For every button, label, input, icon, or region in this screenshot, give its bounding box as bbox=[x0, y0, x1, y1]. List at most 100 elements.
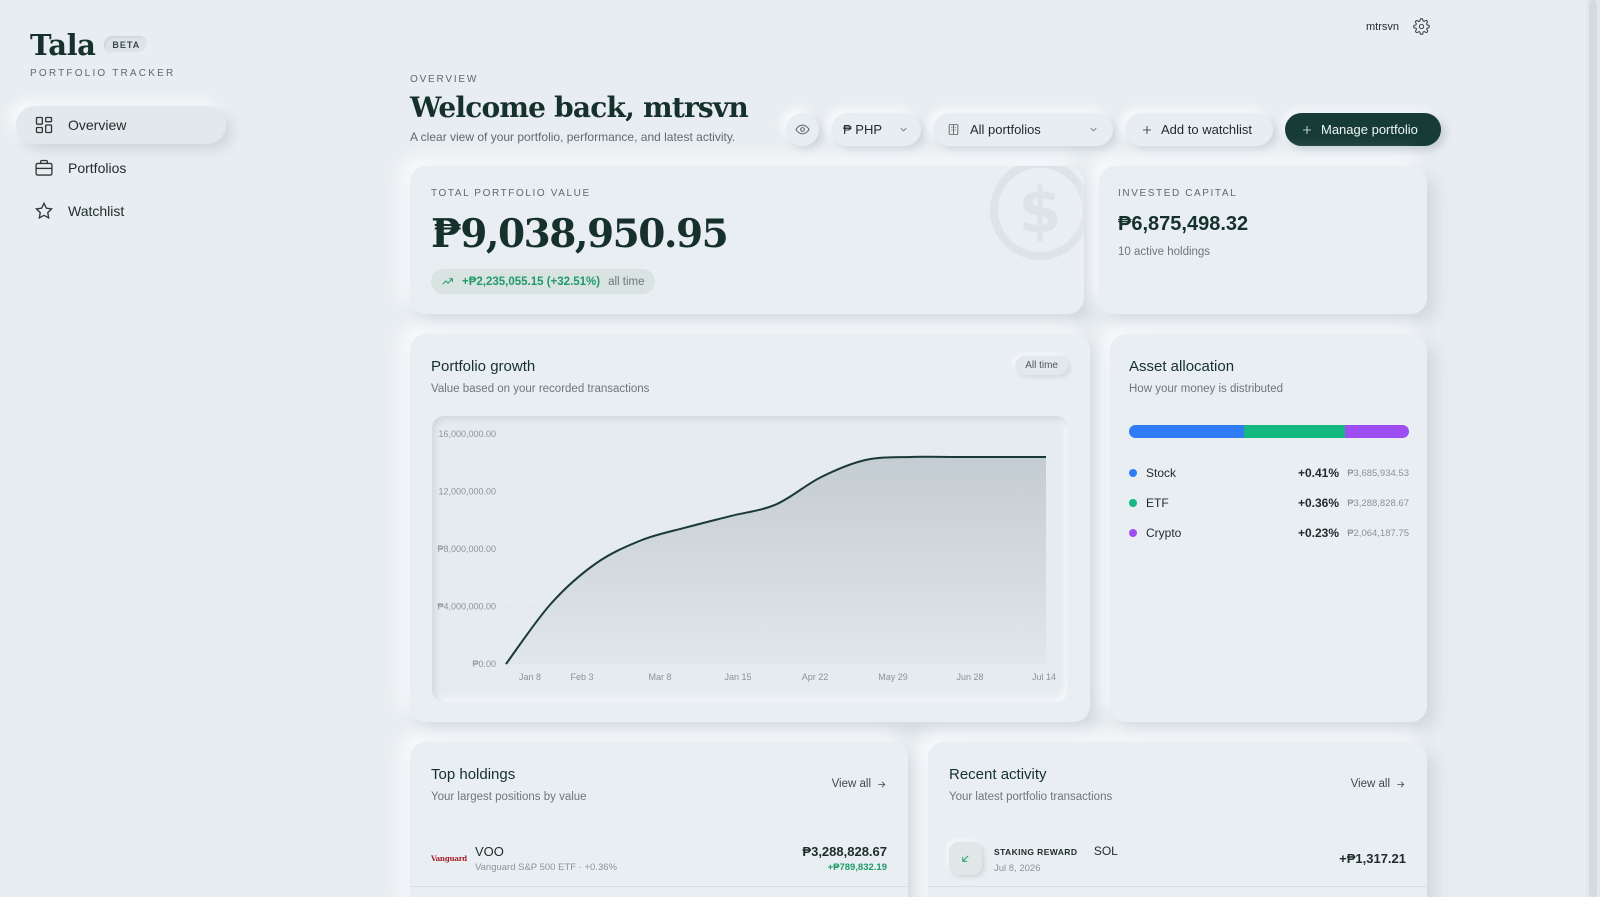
invested-capital-value: ₱6,875,498.32 bbox=[1118, 213, 1249, 235]
building-icon bbox=[948, 124, 959, 135]
chevron-down-icon bbox=[1090, 127, 1097, 132]
holding-row[interactable]: Vanguard VOO Vanguard S&P 500 ETF · +0.3… bbox=[431, 830, 887, 886]
add-to-watchlist-button[interactable]: Add to watchlist bbox=[1125, 113, 1273, 146]
page-eyebrow: OVERVIEW bbox=[410, 74, 479, 85]
allocation-segment-crypto bbox=[1344, 425, 1409, 438]
allocation-name: Stock bbox=[1146, 466, 1177, 480]
total-value-label: TOTAL PORTFOLIO VALUE bbox=[431, 188, 591, 199]
x-tick-label: Jan 15 bbox=[724, 672, 751, 682]
dollar-icon: $ bbox=[990, 166, 1084, 260]
scrollbar-thumb[interactable] bbox=[1589, 0, 1597, 897]
top-holdings-view-all-link[interactable]: View all bbox=[832, 778, 887, 790]
portfolio-growth-subtitle: Value based on your recorded transaction… bbox=[431, 383, 650, 395]
allocation-amount: ₱2,064,187.75 bbox=[1347, 527, 1409, 539]
view-all-label: View all bbox=[1350, 778, 1390, 790]
sidebar-item-watchlist[interactable]: Watchlist bbox=[16, 192, 226, 230]
arrow-right-icon bbox=[1397, 780, 1405, 788]
x-tick-label: May 29 bbox=[878, 672, 908, 682]
allocation-row-stock[interactable]: Stock +0.41% ₱3,685,934.53 bbox=[1129, 458, 1409, 488]
allocation-row-crypto[interactable]: Crypto +0.23% ₱2,064,187.75 bbox=[1129, 518, 1409, 548]
stock-dot-icon bbox=[1129, 469, 1137, 477]
sidebar-item-label: Portfolios bbox=[68, 160, 127, 176]
arrow-down-left-icon bbox=[962, 854, 969, 862]
trending-up-icon bbox=[442, 278, 453, 285]
allocation-row-etf[interactable]: ETF +0.36% ₱3,288,828.67 bbox=[1129, 488, 1409, 518]
view-all-label: View all bbox=[831, 778, 871, 790]
manage-portfolio-label: Manage portfolio bbox=[1321, 122, 1418, 137]
plus-icon bbox=[1303, 125, 1311, 134]
portfolio-growth-title: Portfolio growth bbox=[431, 358, 536, 375]
vanguard-logo: Vanguard bbox=[431, 853, 467, 863]
toggle-visibility-button[interactable] bbox=[786, 113, 819, 146]
manage-portfolio-button[interactable]: Manage portfolio bbox=[1285, 113, 1441, 146]
sidebar-nav: Overview Portfolios Watchlist bbox=[16, 106, 226, 235]
x-tick-label: Jan 8 bbox=[519, 672, 541, 682]
currency-value: ₱ PHP bbox=[843, 122, 883, 137]
recent-activity-card: Recent activity Your latest portfolio tr… bbox=[928, 742, 1427, 897]
allocation-name: Crypto bbox=[1146, 526, 1182, 540]
allocation-amount: ₱3,288,828.67 bbox=[1347, 497, 1409, 509]
x-tick-label: Jun 28 bbox=[956, 672, 983, 682]
y-tick-label: 12,000,000.00 bbox=[438, 487, 496, 497]
invested-capital-card: INVESTED CAPITAL ₱6,875,498.32 10 active… bbox=[1099, 166, 1427, 314]
x-tick-label: Apr 22 bbox=[802, 672, 829, 682]
user-menu: mtrsvn bbox=[1366, 18, 1430, 35]
y-tick-label: ₱8,000,000.00 bbox=[437, 544, 496, 554]
growth-area bbox=[506, 456, 1046, 664]
briefcase-icon bbox=[35, 159, 53, 176]
activity-date: Jul 8, 2026 bbox=[994, 863, 1041, 874]
y-tick-label: ₱4,000,000.00 bbox=[437, 602, 496, 612]
sidebar-item-overview[interactable]: Overview bbox=[16, 106, 226, 144]
allocation-pct: +0.41% bbox=[1297, 466, 1339, 480]
grid-icon bbox=[35, 116, 53, 134]
growth-chart-svg: 16,000,000.00 12,000,000.00 ₱8,000,000.00 ₱… bbox=[437, 429, 1056, 682]
chevron-down-icon bbox=[900, 127, 907, 132]
top-holdings-title: Top holdings bbox=[431, 766, 516, 783]
beta-badge: BETA bbox=[104, 36, 149, 54]
recent-activity-subtitle: Your latest portfolio transactions bbox=[949, 791, 1113, 803]
divider bbox=[928, 886, 1427, 887]
page-subtitle: A clear view of your portfolio, performa… bbox=[410, 130, 736, 144]
growth-chart: 16,000,000.00 12,000,000.00 ₱8,000,000.00 ₱… bbox=[432, 416, 1068, 702]
total-value: ₱9,038,950.95 bbox=[431, 211, 729, 257]
holding-gain: +₱789,832.19 bbox=[827, 861, 887, 873]
invested-capital-label: INVESTED CAPITAL bbox=[1118, 188, 1238, 199]
allocation-pct: +0.23% bbox=[1297, 526, 1339, 540]
y-tick-label: 16,000,000.00 bbox=[438, 429, 496, 439]
top-holdings-subtitle: Your largest positions by value bbox=[431, 791, 587, 803]
activity-row[interactable]: STAKING REWARD SOL Jul 8, 2026 +₱1,317.2… bbox=[949, 830, 1406, 886]
total-change-period: all time bbox=[608, 275, 645, 288]
allocation-segment-stock bbox=[1129, 425, 1244, 438]
holding-value: ₱3,288,828.67 bbox=[802, 843, 887, 859]
etf-dot-icon bbox=[1129, 499, 1137, 507]
plus-icon bbox=[1143, 125, 1151, 134]
currency-select[interactable]: ₱ PHP bbox=[831, 113, 921, 146]
activity-type: STAKING REWARD bbox=[994, 847, 1078, 857]
holding-ticker: VOO bbox=[475, 843, 504, 859]
total-value-card: $ TOTAL PORTFOLIO VALUE ₱9,038,950.95 +₱… bbox=[410, 166, 1084, 314]
top-holdings-card: Top holdings Your largest positions by v… bbox=[410, 742, 908, 897]
active-holdings-count: 10 active holdings bbox=[1118, 246, 1211, 258]
y-tick-label: ₱0.00 bbox=[472, 659, 496, 669]
allocation-bar bbox=[1129, 425, 1409, 438]
svg-text:$: $ bbox=[1018, 174, 1061, 247]
recent-activity-title: Recent activity bbox=[949, 766, 1047, 783]
holding-meta: Vanguard S&P 500 ETF · +0.36% bbox=[475, 861, 617, 873]
allocation-legend: Stock +0.41% ₱3,685,934.53 ETF +0.36% ₱3… bbox=[1129, 458, 1409, 548]
portfolio-select[interactable]: All portfolios bbox=[933, 113, 1113, 146]
asset-allocation-title: Asset allocation bbox=[1129, 358, 1235, 375]
page-scrollbar[interactable] bbox=[1586, 0, 1600, 897]
toolbar: ₱ PHP All portfolios Add to watchlist Ma… bbox=[786, 113, 1441, 146]
recent-activity-view-all-link[interactable]: View all bbox=[1351, 778, 1406, 790]
allocation-pct: +0.36% bbox=[1297, 496, 1339, 510]
total-change: +₱2,235,055.15 (+32.51%) bbox=[462, 275, 601, 288]
time-range-button[interactable]: All time bbox=[1015, 356, 1068, 375]
gear-icon[interactable] bbox=[1413, 18, 1430, 35]
brand: Tala BETA PORTFOLIO TRACKER bbox=[30, 28, 175, 79]
username[interactable]: mtrsvn bbox=[1366, 21, 1399, 33]
activity-type-badge bbox=[949, 841, 982, 875]
brand-name: Tala bbox=[30, 28, 96, 62]
sidebar: Tala BETA PORTFOLIO TRACKER Overview Por… bbox=[0, 0, 240, 897]
activity-amount: +₱1,317.21 bbox=[1339, 850, 1406, 866]
sidebar-item-portfolios[interactable]: Portfolios bbox=[16, 149, 226, 187]
